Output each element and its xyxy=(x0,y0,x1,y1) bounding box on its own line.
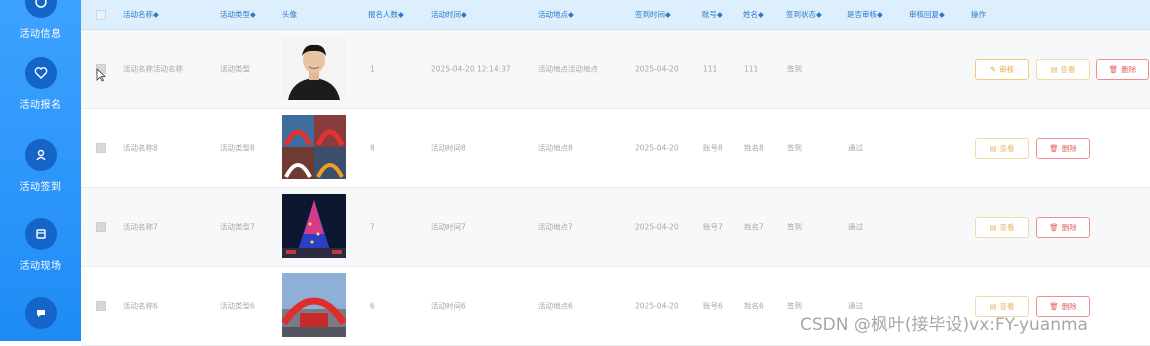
activity-image xyxy=(282,115,346,179)
cell-checkin-status: 签到 xyxy=(787,143,802,153)
activity-image xyxy=(282,194,346,258)
heart-icon xyxy=(24,57,57,89)
header-account[interactable]: 账号◆ xyxy=(702,9,723,20)
cell-activity-name: 活动名称活动名称 xyxy=(123,64,183,74)
sidebar-item-label: 活动现场 xyxy=(19,261,62,272)
user-icon xyxy=(24,139,57,171)
cell-activity-type: 活动类型7 xyxy=(220,222,255,232)
row-checkbox[interactable] xyxy=(96,143,106,153)
cell-checkin-time: 2025-04-20 xyxy=(635,301,679,311)
cell-account: 账号7 xyxy=(703,222,723,232)
sidebar-item-activity-checkin[interactable]: 活动签到 xyxy=(0,139,81,193)
cell-audit: 通过 xyxy=(848,222,863,232)
watermark: CSDN @枫叶(接毕设)vx:FY-yuanma xyxy=(800,315,1088,335)
trash-icon: 🗑 xyxy=(1049,223,1059,232)
cell-activity-place: 活动地点7 xyxy=(538,222,573,232)
cell-activity-time: 活动时间6 xyxy=(431,301,466,311)
document-icon: ▤ xyxy=(989,223,997,232)
cell-checkin-time: 2025-04-20 xyxy=(635,64,679,74)
cell-activity-time: 活动时间8 xyxy=(431,143,466,153)
sidebar-item-label: 活动信息 xyxy=(19,29,62,40)
document-icon: ▤ xyxy=(1050,65,1058,74)
cell-activity-type: 活动类型6 xyxy=(220,301,255,311)
document-icon: ▤ xyxy=(989,144,997,153)
cell-account: 账号8 xyxy=(703,143,723,153)
sidebar-item-activity-signup[interactable]: 活动报名 xyxy=(0,57,81,111)
header-audit-reply[interactable]: 审核回复◆ xyxy=(909,9,945,20)
data-table: 活动名称◆ 活动类型◆ 头像 报名人数◆ 活动时间◆ 活动地点◆ 签到时间◆ 账… xyxy=(81,0,1150,346)
delete-button[interactable]: 🗑 删除 xyxy=(1036,138,1090,159)
row-checkbox[interactable] xyxy=(96,222,106,232)
trash-icon: 🗑 xyxy=(1049,144,1059,153)
audit-button[interactable]: ✎ 审核 xyxy=(975,59,1029,80)
cell-activity-type: 活动类型 xyxy=(220,64,250,74)
sidebar-item-activity-venue[interactable]: 活动现场 xyxy=(0,218,81,272)
cell-checkin-status: 签到 xyxy=(787,222,802,232)
header-audit[interactable]: 是否审核◆ xyxy=(847,9,883,20)
header-person-name[interactable]: 姓名◆ xyxy=(743,9,764,20)
view-button[interactable]: ▤ 查看 xyxy=(975,217,1029,238)
cell-signup-count: 7 xyxy=(370,222,375,232)
avatar-image xyxy=(282,36,346,100)
cell-checkin-time: 2025-04-20 xyxy=(635,143,679,153)
activity-image xyxy=(282,273,346,337)
cell-activity-place: 活动地点6 xyxy=(538,301,573,311)
view-button[interactable]: ▤ 查看 xyxy=(975,138,1029,159)
table-row: 活动名称8 活动类型8 8 活动时间8 活动地点8 2025-04-20 账号8… xyxy=(81,109,1150,188)
cell-person-name: 姓名6 xyxy=(744,301,764,311)
header-avatar: 头像 xyxy=(282,10,297,19)
sidebar-item-more[interactable] xyxy=(0,297,81,336)
table-row: 活动名称7 活动类型7 7 活动时间7 活动地点7 2025-04-20 账号7… xyxy=(81,188,1150,267)
header-checkin-time[interactable]: 签到时间◆ xyxy=(635,9,671,20)
chat-icon xyxy=(24,297,57,329)
row-checkbox[interactable] xyxy=(96,301,106,311)
sidebar-item-label: 活动报名 xyxy=(19,100,62,111)
table-row: 活动名称活动名称 活动类型 1 2025-04-20 12:14:37 活动地点… xyxy=(81,30,1150,109)
header-activity-type[interactable]: 活动类型◆ xyxy=(220,9,256,20)
header-activity-time[interactable]: 活动时间◆ xyxy=(431,9,467,20)
cell-person-name: 姓名7 xyxy=(744,222,764,232)
cell-activity-place: 活动地点活动地点 xyxy=(538,64,598,74)
cell-activity-time: 2025-04-20 12:14:37 xyxy=(431,64,511,74)
mouse-cursor-icon xyxy=(96,68,106,82)
trash-icon: 🗑 xyxy=(1108,65,1119,74)
header-activity-name[interactable]: 活动名称◆ xyxy=(123,9,159,20)
delete-button[interactable]: 🗑 删除 xyxy=(1096,59,1149,80)
cell-activity-name: 活动名称8 xyxy=(123,143,158,153)
cell-account: 111 xyxy=(703,64,718,74)
header-activity-place[interactable]: 活动地点◆ xyxy=(538,9,574,20)
header-actions: 操作 xyxy=(971,10,986,19)
cell-account: 账号6 xyxy=(703,301,723,311)
cell-signup-count: 1 xyxy=(370,64,375,74)
cell-person-name: 姓名8 xyxy=(744,143,764,153)
table-header: 活动名称◆ 活动类型◆ 头像 报名人数◆ 活动时间◆ 活动地点◆ 签到时间◆ 账… xyxy=(81,0,1150,30)
cell-activity-type: 活动类型8 xyxy=(220,143,255,153)
cell-audit: 通过 xyxy=(848,143,863,153)
cell-activity-time: 活动时间7 xyxy=(431,222,466,232)
cell-activity-place: 活动地点8 xyxy=(538,143,573,153)
header-checkin-status[interactable]: 签到状态◆ xyxy=(786,9,822,20)
cell-activity-name: 活动名称6 xyxy=(123,301,158,311)
info-icon xyxy=(24,0,57,18)
header-signup-count[interactable]: 报名人数◆ xyxy=(368,9,404,20)
calendar-icon xyxy=(24,218,57,250)
cell-signup-count: 8 xyxy=(370,143,375,153)
select-all-checkbox[interactable] xyxy=(96,10,106,20)
sidebar-item-activity-info[interactable]: 活动信息 xyxy=(0,0,81,40)
sidebar-item-label: 活动签到 xyxy=(19,182,62,193)
edit-icon: ✎ xyxy=(989,65,997,74)
view-button[interactable]: ▤ 查看 xyxy=(1036,59,1090,80)
cell-person-name: 111 xyxy=(744,64,759,74)
cell-checkin-status: 签到 xyxy=(787,64,802,74)
sidebar: 活动信息 活动报名 活动签到 活动现场 xyxy=(0,0,81,341)
cell-activity-name: 活动名称7 xyxy=(123,222,158,232)
cell-signup-count: 6 xyxy=(370,301,375,311)
cell-checkin-time: 2025-04-20 xyxy=(635,222,679,232)
delete-button[interactable]: 🗑 删除 xyxy=(1036,217,1090,238)
